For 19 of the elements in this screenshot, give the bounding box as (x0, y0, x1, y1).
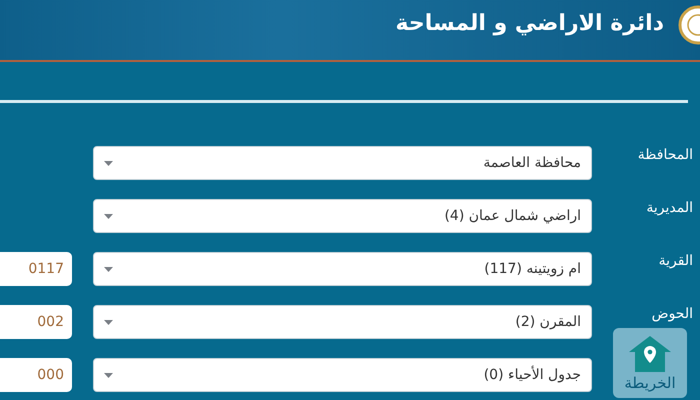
field-label: المحافظة (636, 146, 693, 163)
field-label: المديرية (645, 199, 693, 216)
dropdown[interactable]: اراضي شمال عمان (4) (93, 199, 592, 233)
caret-icon (104, 160, 113, 166)
field-label: القرية (658, 252, 693, 269)
caret-icon (104, 266, 113, 272)
house-pin-icon (628, 334, 672, 374)
dropdown[interactable]: ام زويتينه (117) (93, 252, 592, 286)
code-field[interactable]: 002 (0, 305, 72, 339)
field-label: الحوض (650, 305, 693, 322)
dropdown[interactable]: محافظة العاصمة (93, 146, 592, 180)
code-field[interactable]: 0117 (0, 252, 72, 286)
dropdown[interactable]: المقرن (2) (93, 305, 592, 339)
code-field[interactable]: 000 (0, 358, 72, 392)
caret-icon (104, 214, 113, 218)
header-title: دائرة الاراضي و المساحة (396, 10, 664, 38)
caret-icon (104, 372, 113, 378)
dropdown[interactable]: جدول الأحياء (0) (93, 358, 592, 392)
caret-icon (104, 320, 113, 324)
